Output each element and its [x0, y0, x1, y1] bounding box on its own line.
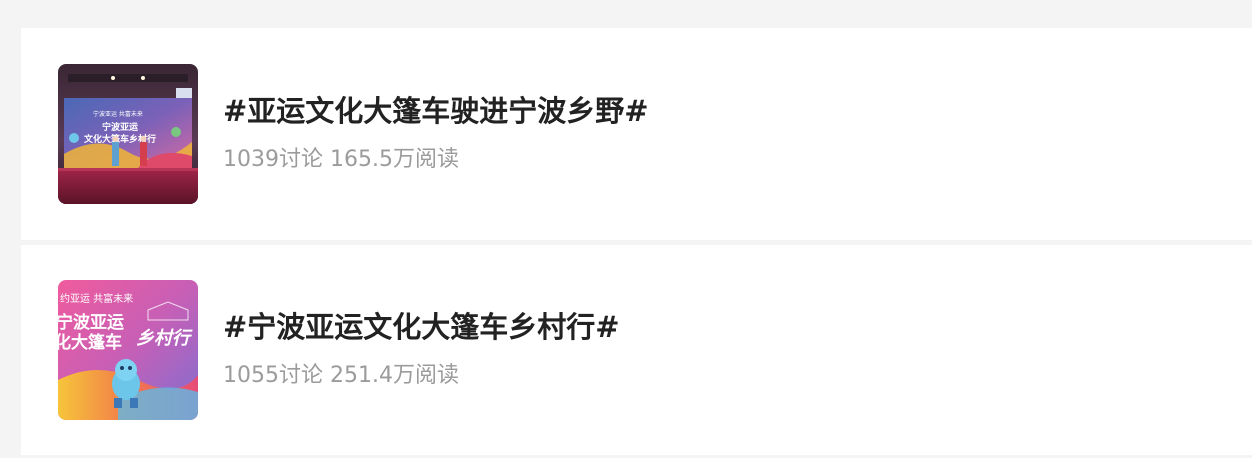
poster-title-3: 乡村行 [136, 328, 193, 349]
poster-title-2: 化大篷车 [58, 332, 122, 353]
topic-thumbnail[interactable]: 宁波亚运 共富未来 宁波亚运 文化大篷车乡村行 [58, 64, 198, 204]
poster-image: 约亚运 共富未来 宁波亚运 化大篷车 乡村行 [58, 280, 198, 420]
discussion-count: 1039讨论 [223, 147, 323, 172]
topic-thumbnail[interactable]: 约亚运 共富未来 宁波亚运 化大篷车 乡村行 [58, 280, 198, 420]
screen-subtitle: 宁波亚运 共富未来 [93, 110, 143, 118]
topic-card[interactable]: 约亚运 共富未来 宁波亚运 化大篷车 乡村行 #宁波亚运文化大篷车乡村行# 10… [21, 245, 1252, 455]
topic-title[interactable]: #宁波亚运文化大篷车乡村行# [223, 309, 620, 345]
topic-title[interactable]: #亚运文化大篷车驶进宁波乡野# [223, 93, 649, 129]
topic-stats: 1039讨论 165.5万阅读 [223, 146, 459, 174]
read-count: 251.4万阅读 [330, 363, 459, 388]
poster-title-1: 宁波亚运 [58, 312, 124, 333]
stage-photo: 宁波亚运 共富未来 宁波亚运 文化大篷车乡村行 [58, 64, 198, 204]
read-count: 165.5万阅读 [330, 147, 459, 172]
topic-stats: 1055讨论 251.4万阅读 [223, 362, 459, 390]
poster-subtitle: 约亚运 共富未来 [60, 292, 133, 305]
screen-title-1: 宁波亚运 [102, 121, 139, 133]
discussion-count: 1055讨论 [223, 363, 323, 388]
topic-card[interactable]: 宁波亚运 共富未来 宁波亚运 文化大篷车乡村行 #亚运文化大篷车驶进宁波乡野# … [21, 28, 1252, 240]
